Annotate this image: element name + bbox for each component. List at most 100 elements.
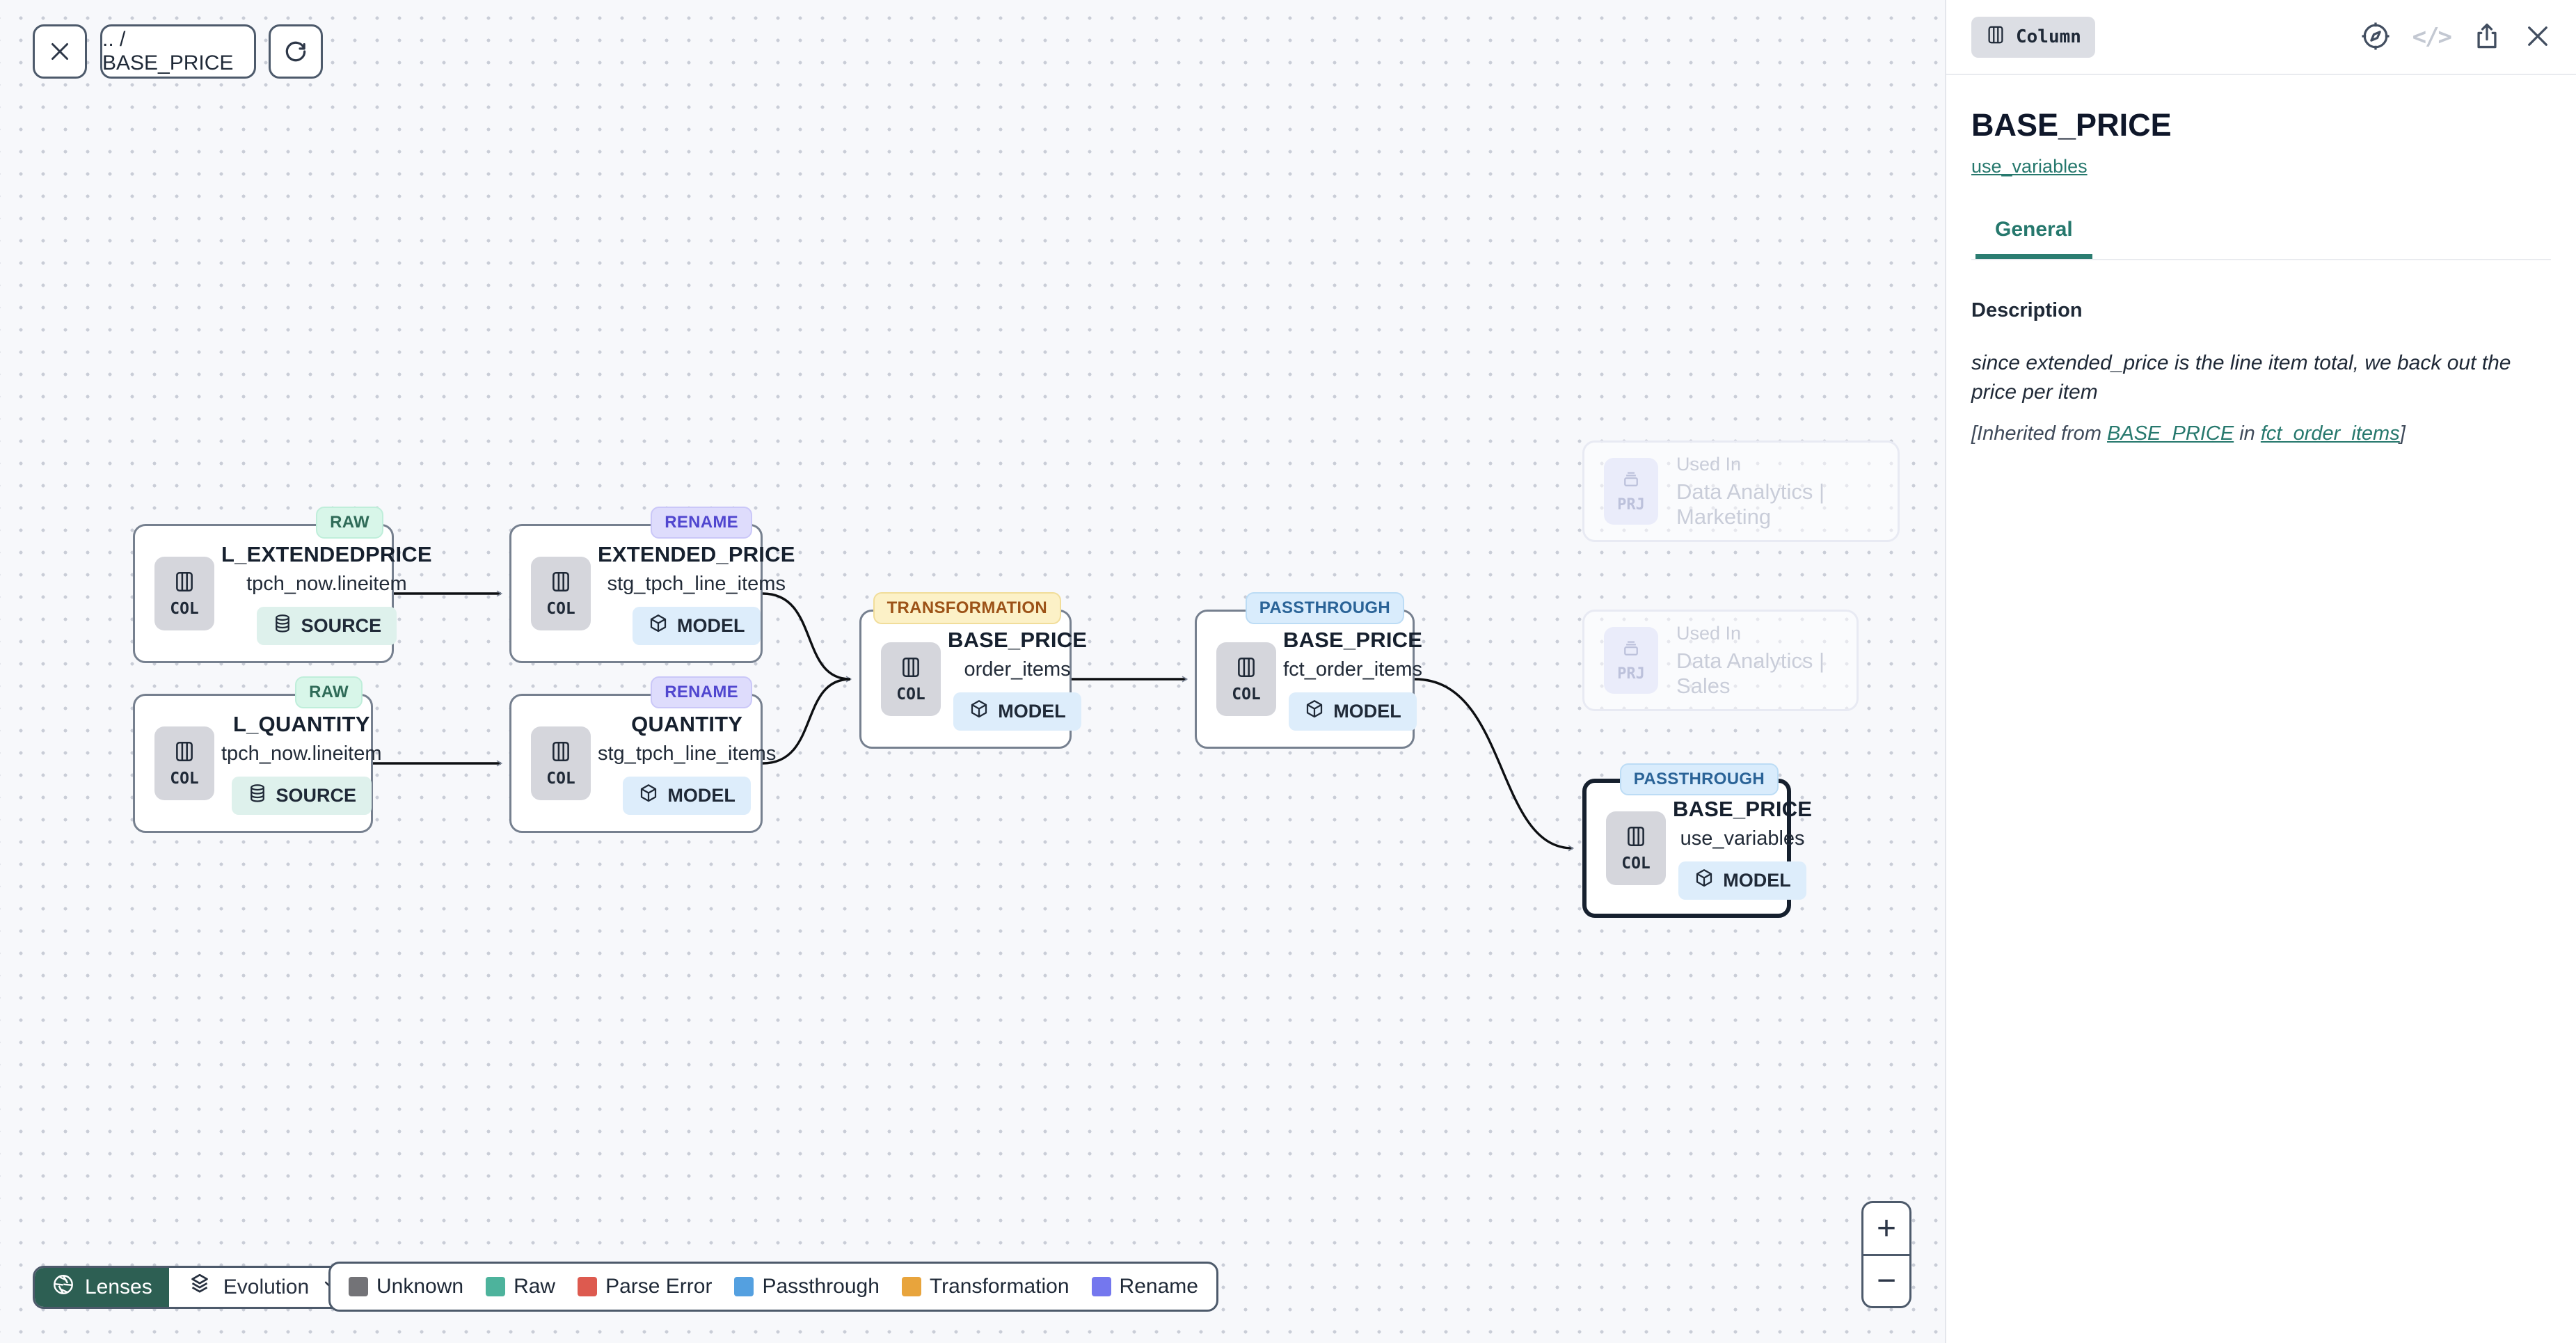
evolution-badge: PASSTHROUGH (1246, 592, 1404, 624)
close-panel-button[interactable] (2523, 22, 2552, 53)
node-subtitle: stg_tpch_line_items (598, 742, 776, 765)
node-title: BASE_PRICE (1283, 628, 1422, 653)
description-text: since extended_price is the line item to… (1971, 349, 2542, 407)
evolution-badge: PASSTHROUGH (1620, 763, 1779, 795)
database-icon (272, 613, 293, 639)
cube-icon (1304, 699, 1325, 724)
refresh-button[interactable] (269, 24, 323, 79)
legend-swatch (486, 1277, 505, 1296)
legend-item-parse-error: Parse Error (578, 1275, 712, 1298)
node-base-price-fct-order-items[interactable]: PASSTHROUGH COL BASE_PRICE fct_order_ite… (1195, 610, 1415, 749)
node-subtitle: fct_order_items (1283, 658, 1422, 681)
lenses-control: Lenses Evolution (33, 1266, 361, 1309)
column-type-chip: COL (881, 642, 941, 716)
explore-lineage-button[interactable] (2360, 20, 2392, 54)
lenses-button[interactable]: Lenses (35, 1268, 169, 1307)
node-title: L_EXTENDEDPRICE (221, 542, 432, 567)
column-type-chip: COL (1216, 642, 1276, 716)
close-icon (47, 39, 72, 64)
node-title: QUANTITY (631, 712, 742, 737)
legend-item-transformation: Transformation (902, 1275, 1070, 1298)
lineage-app: { "toolbar": { "breadcrumb": ".. / BASE_… (0, 0, 2576, 1343)
kind-badge: MODEL (633, 607, 761, 645)
column-icon (1985, 24, 2006, 50)
project-chip: PRJ (1604, 627, 1658, 694)
breadcrumb-label: .. / BASE_PRICE (102, 28, 254, 75)
kind-badge: MODEL (1289, 692, 1417, 731)
used-in-label: Used In (1676, 454, 1741, 475)
node-title: L_QUANTITY (233, 712, 370, 737)
column-type-chip: COL (531, 726, 591, 800)
evolution-legend: Unknown Raw Parse Error Passthrough Tran… (328, 1262, 1218, 1312)
evolution-badge: TRANSFORMATION (873, 592, 1061, 624)
zoom-in-button[interactable]: + (1863, 1203, 1909, 1256)
legend-swatch (902, 1277, 921, 1296)
share-button[interactable] (2472, 21, 2502, 54)
aperture-icon (51, 1273, 75, 1302)
breadcrumb[interactable]: .. / BASE_PRICE (100, 24, 256, 79)
tab-general[interactable]: General (1975, 218, 2092, 259)
zoom-controls: + − (1861, 1201, 1911, 1308)
node-title: BASE_PRICE (1673, 797, 1812, 822)
used-in-project: Data Analytics | Sales (1676, 649, 1840, 699)
node-subtitle: tpch_now.lineitem (246, 573, 407, 596)
column-icon (173, 740, 196, 767)
used-in-label: Used In (1676, 623, 1741, 644)
used-in-node-marketing[interactable]: PRJ Used In Data Analytics | Marketing (1582, 440, 1900, 542)
legend-item-unknown: Unknown (349, 1275, 463, 1298)
code-icon: </> (2412, 23, 2451, 51)
used-in-node-sales[interactable]: PRJ Used In Data Analytics | Sales (1582, 610, 1859, 711)
column-icon (1234, 655, 1258, 683)
node-l-quantity[interactable]: RAW COL L_QUANTITY tpch_now.lineitem SOU… (133, 694, 373, 833)
panel-title: BASE_PRICE (1971, 107, 2551, 143)
legend-swatch (349, 1277, 368, 1296)
node-title: BASE_PRICE (948, 628, 1087, 653)
column-type-chip: COL (531, 557, 591, 630)
column-type-chip: COL (154, 726, 214, 800)
zoom-out-button[interactable]: − (1863, 1256, 1909, 1307)
node-quantity[interactable]: RENAME COL QUANTITY stg_tpch_line_items … (509, 694, 763, 833)
column-icon (899, 655, 923, 683)
node-subtitle: order_items (964, 658, 1070, 681)
column-icon (173, 570, 196, 597)
node-l-extendedprice[interactable]: RAW COL L_EXTENDEDPRICE tpch_now.lineite… (133, 524, 394, 663)
inherited-column-link[interactable]: BASE_PRICE (2107, 422, 2234, 445)
project-icon (1621, 638, 1641, 662)
evolution-badge: RAW (316, 507, 383, 539)
project-chip: PRJ (1604, 458, 1658, 525)
close-icon (2523, 22, 2552, 53)
refresh-icon (283, 38, 309, 65)
legend-item-passthrough: Passthrough (734, 1275, 879, 1298)
legend-swatch (578, 1277, 597, 1296)
legend-item-raw: Raw (486, 1275, 555, 1298)
cube-icon (648, 613, 669, 639)
cube-icon (1694, 868, 1715, 893)
node-base-price-use-variables[interactable]: PASSTHROUGH COL BASE_PRICE use_variables… (1582, 779, 1791, 918)
layers-icon (187, 1272, 212, 1303)
legend-swatch (734, 1277, 754, 1296)
compass-icon (2360, 20, 2392, 54)
detail-panel: Column </> BASE_PRICE (1945, 0, 2576, 1343)
legend-swatch (1092, 1277, 1111, 1296)
node-subtitle: stg_tpch_line_items (607, 573, 786, 596)
close-lineage-button[interactable] (33, 24, 87, 79)
inherited-model-link[interactable]: fct_order_items (2261, 422, 2400, 445)
node-extended-price[interactable]: RENAME COL EXTENDED_PRICE stg_tpch_line_… (509, 524, 763, 663)
column-icon (549, 570, 573, 597)
legend-item-rename: Rename (1092, 1275, 1198, 1298)
description-heading: Description (1971, 299, 2551, 322)
model-link[interactable]: use_variables (1971, 156, 2088, 177)
kind-badge: MODEL (1678, 861, 1806, 900)
view-code-button[interactable]: </> (2412, 23, 2451, 51)
lenses-label: Lenses (85, 1276, 152, 1299)
kind-badge: SOURCE (257, 607, 397, 645)
inherited-from-note: [Inherited from BASE_PRICE in fct_order_… (1971, 422, 2551, 445)
evolution-badge: RENAME (651, 676, 752, 708)
share-icon (2472, 21, 2502, 54)
column-type-chip: COL (154, 557, 214, 630)
kind-badge: SOURCE (232, 777, 372, 815)
evolution-badge: RAW (295, 676, 363, 708)
detail-panel-header: Column </> (1946, 0, 2576, 75)
database-icon (247, 783, 268, 809)
node-base-price-order-items[interactable]: TRANSFORMATION COL BASE_PRICE order_item… (859, 610, 1072, 749)
